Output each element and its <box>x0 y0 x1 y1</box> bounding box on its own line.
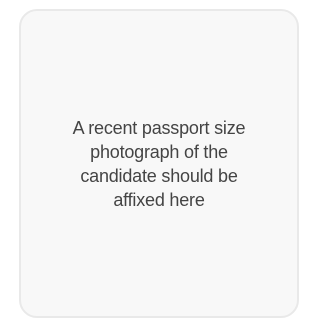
photo-instruction-text: A recent passport size photograph of the… <box>72 117 246 210</box>
photo-upload-box[interactable]: A recent passport size photograph of the… <box>19 9 299 318</box>
